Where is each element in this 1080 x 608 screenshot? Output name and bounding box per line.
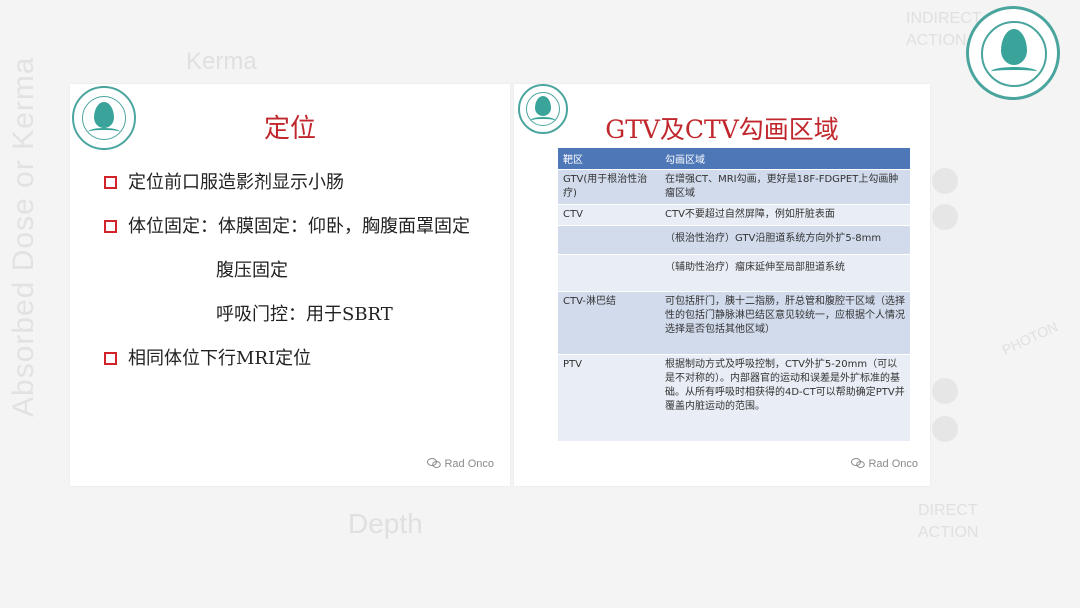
table-cell-target: CTV-淋巴结 — [558, 291, 660, 355]
right-slide-title: GTV及CTV勾画区域 — [605, 115, 839, 144]
background-circle — [932, 378, 958, 404]
background-y-axis: Absorbed Dose or Kerma — [4, 56, 44, 440]
table-cell-area: （根治性治疗）GTV沿胆道系统方向外扩5-8mm — [660, 225, 910, 255]
background-circle — [932, 416, 958, 442]
bullet-sub-line: 腹压固定 — [216, 260, 288, 281]
background-photon-label: PHOTON — [999, 318, 1061, 358]
right-slide: GTV及CTV勾画区域 靶区 勾画区域 GTV(用于根治性治疗) 在增强CT、M… — [514, 84, 930, 486]
hospital-logo-icon — [966, 6, 1060, 100]
table-row: CTV CTV不要超过自然屏障，例如肝脏表面 — [558, 204, 910, 226]
bullet-square-icon — [104, 176, 117, 189]
background-y-axis-label: Absorbed Dose or Kerma — [7, 56, 40, 418]
table-row: CTV-淋巴结 可包括肝门，胰十二指肠，肝总管和腹腔干区域（选择性的包括门静脉淋… — [558, 291, 910, 355]
background-depth-label: Depth — [348, 508, 423, 539]
table-cell-area: 在增强CT、MRI勾画，更好是18F-FDGPET上勾画肿瘤区域 — [660, 169, 910, 205]
target-area-table: 靶区 勾画区域 GTV(用于根治性治疗) 在增强CT、MRI勾画，更好是18F-… — [558, 148, 910, 442]
bullet-square-icon — [104, 352, 117, 365]
table-cell-target: CTV — [558, 204, 660, 226]
left-slide-title: 定位 — [263, 114, 316, 144]
bullet-item: 相同体位下行MRI定位 — [104, 346, 504, 390]
watermark-text: Rad Onco — [444, 458, 494, 470]
watermark: Rad Onco — [427, 458, 494, 470]
watermark: Rad Onco — [851, 458, 918, 470]
table-cell-target — [558, 225, 660, 255]
wechat-icon — [427, 458, 442, 468]
left-slide: 定位 定位前口服造影剂显示小肠 体位固定：体膜固定：仰卧，胸腹面罩固定 腹压固定… — [70, 84, 510, 486]
bullet-text: 相同体位下行MRI定位 — [128, 348, 312, 369]
table-row: GTV(用于根治性治疗) 在增强CT、MRI勾画，更好是18F-FDGPET上勾… — [558, 169, 910, 205]
background-circle — [932, 204, 958, 230]
table-header-row: 靶区 勾画区域 — [558, 148, 910, 170]
table-cell-target — [558, 254, 660, 292]
table-row: （辅助性治疗）瘤床延伸至局部胆道系统 — [558, 254, 910, 292]
bullet-square-icon — [104, 220, 117, 233]
table-row: （根治性治疗）GTV沿胆道系统方向外扩5-8mm — [558, 225, 910, 255]
bullet-text: 定位前口服造影剂显示小肠 — [128, 172, 344, 193]
table-header-cell: 勾画区域 — [660, 148, 910, 170]
table-cell-target: GTV(用于根治性治疗) — [558, 169, 660, 205]
bullet-item: 定位前口服造影剂显示小肠 — [104, 170, 504, 214]
watermark-text: Rad Onco — [868, 458, 918, 470]
background-circle — [932, 168, 958, 194]
bullet-sub-line: 呼吸门控：用于SBRT — [216, 304, 393, 325]
wechat-icon — [851, 458, 866, 468]
table-cell-target: PTV — [558, 354, 660, 442]
table-cell-area: 可包括肝门，胰十二指肠，肝总管和腹腔干区域（选择性的包括门静脉淋巴结区意见较统一… — [660, 291, 910, 355]
background-kerma-label: Kerma — [186, 48, 257, 75]
table-cell-area: （辅助性治疗）瘤床延伸至局部胆道系统 — [660, 254, 910, 292]
bullet-text: 体位固定：体膜固定：仰卧，胸腹面罩固定 — [128, 216, 470, 237]
table-cell-area: 根据制动方式及呼吸控制，CTV外扩5-20mm（可以是不对称的）。内部器官的运动… — [660, 354, 910, 442]
table-row: PTV 根据制动方式及呼吸控制，CTV外扩5-20mm（可以是不对称的）。内部器… — [558, 354, 910, 442]
background-direct-action-label: DIRECT ACTION — [918, 502, 979, 541]
table-cell-area: CTV不要超过自然屏障，例如肝脏表面 — [660, 204, 910, 226]
bullet-list: 定位前口服造影剂显示小肠 体位固定：体膜固定：仰卧，胸腹面罩固定 腹压固定 呼吸… — [104, 170, 504, 390]
bullet-item: 体位固定：体膜固定：仰卧，胸腹面罩固定 — [104, 214, 504, 258]
table-header-cell: 靶区 — [558, 148, 660, 170]
